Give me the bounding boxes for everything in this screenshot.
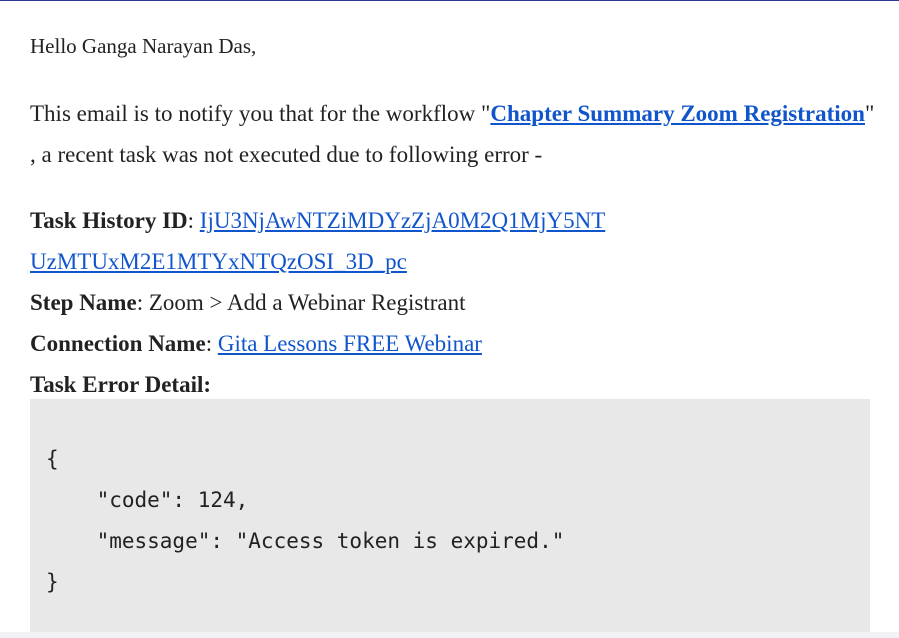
notice-prefix: This email is to notify you that for the… (30, 101, 491, 126)
top-border (0, 0, 899, 1)
greeting: Hello Ganga Narayan Das, (30, 34, 257, 58)
error-code-block: { "code": 124, "message": "Access token … (30, 399, 870, 638)
task-history-id-link-part1[interactable]: IjU3NjAwNTZiMDYzZjA0M2Q1MjY5NT (200, 208, 605, 233)
connection-name-link[interactable]: Gita Lessons FREE Webinar (218, 331, 482, 356)
step-name-label: Step Name (30, 290, 137, 315)
task-history-row: Task History ID: IjU3NjAwNTZiMDYzZjA0M2Q… (30, 208, 606, 274)
workflow-link[interactable]: Chapter Summary Zoom Registration (490, 101, 865, 126)
connection-name-row: Connection Name: Gita Lessons FREE Webin… (30, 331, 482, 356)
notice-paragraph: This email is to notify you that for the… (30, 93, 880, 175)
task-error-detail-label: Task Error Detail: (30, 372, 212, 397)
step-name-row: Step Name: Zoom > Add a Webinar Registra… (30, 290, 466, 315)
task-history-id-link-part2[interactable]: UzMTUxM2E1MTYxNTQzOSI_3D_pc (30, 249, 407, 274)
error-json: { "code": 124, "message": "Access token … (46, 447, 565, 594)
task-history-label: Task History ID (30, 208, 188, 233)
connection-name-label: Connection Name (30, 331, 206, 356)
task-details: Task History ID: IjU3NjAwNTZiMDYzZjA0M2Q… (30, 200, 880, 405)
bottom-strip (0, 632, 899, 638)
step-name-value: Zoom > Add a Webinar Registrant (148, 290, 466, 315)
